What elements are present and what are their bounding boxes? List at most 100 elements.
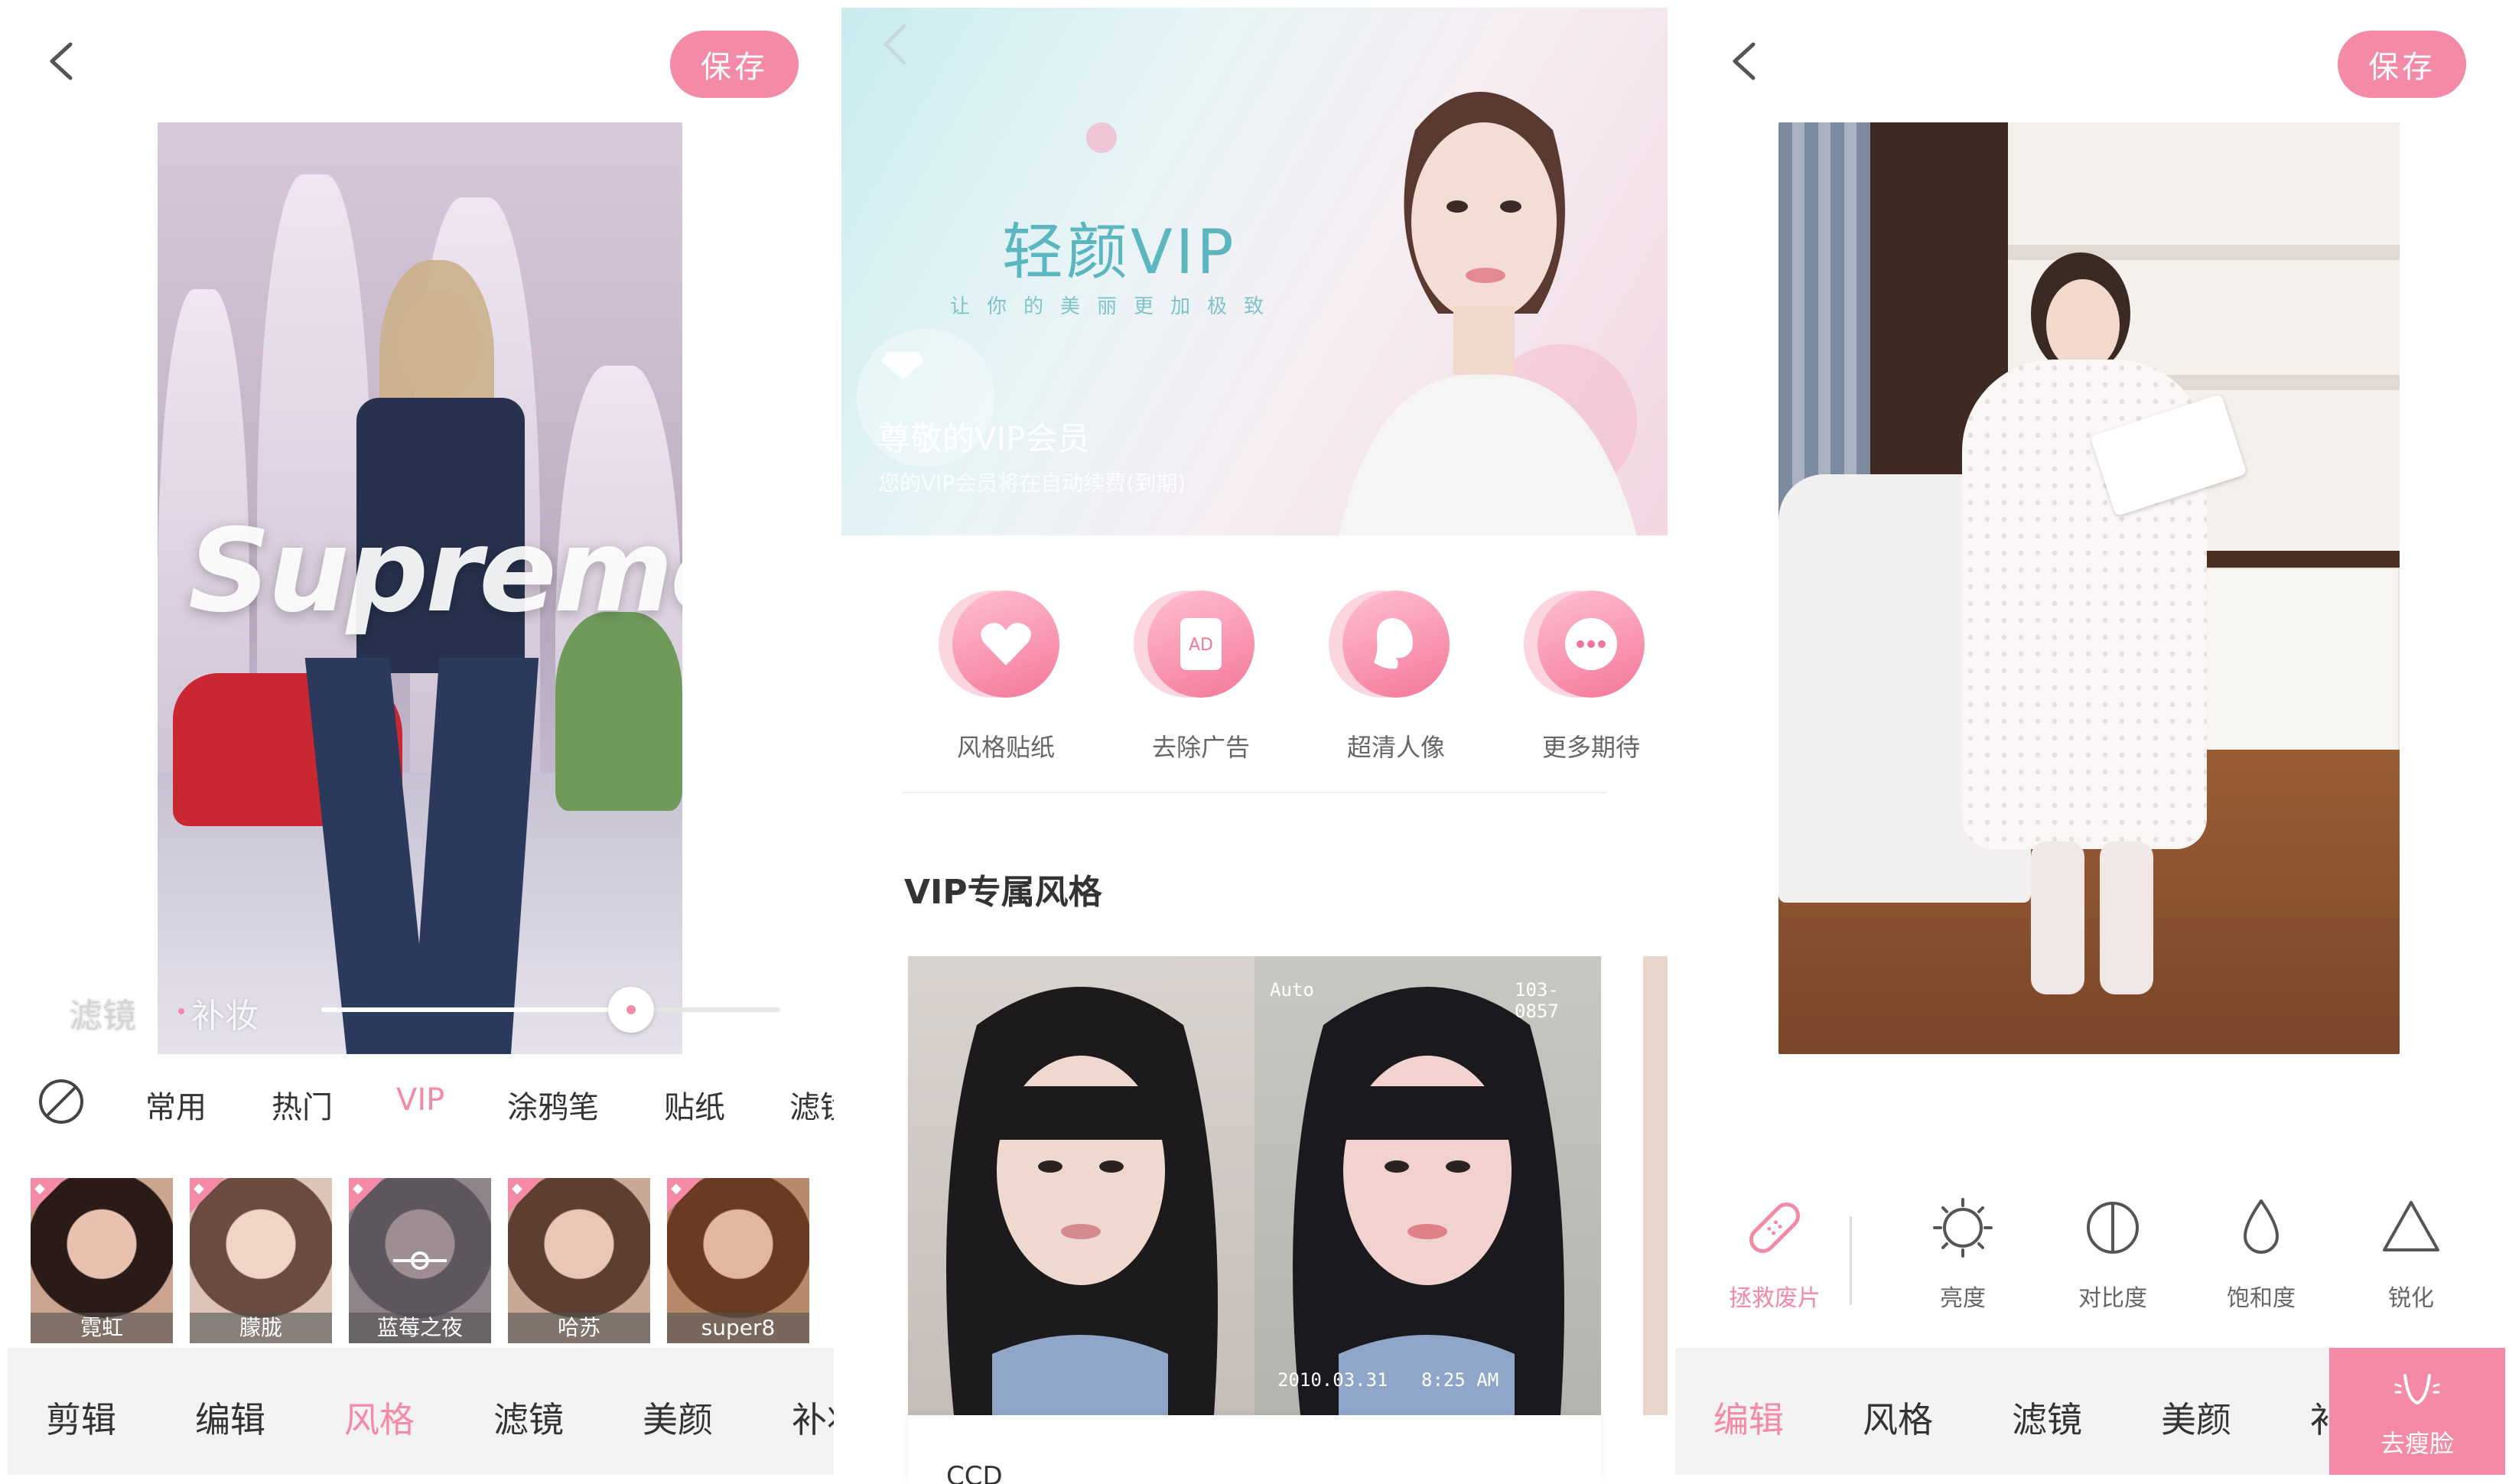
edited-photo [1778,122,2400,1054]
diamond-icon: ◆ [353,1180,363,1196]
tool-saturation[interactable]: 饱和度 [2200,1193,2322,1313]
diamond-icon: ◆ [671,1180,682,1196]
slider-tab-makeup[interactable]: 补妆 [191,988,259,1037]
feature-label: 更多期待 [1541,733,1640,762]
supreme-watermark: Supreme [188,505,682,638]
vip-feature-sticker[interactable]: 风格贴纸 [941,591,1071,763]
back-arrow-icon[interactable] [1723,38,1769,84]
photo-date: 2010.03.31 [1277,1369,1388,1391]
vip-card-caption-bar: CCD [908,1415,1601,1484]
slim-face-label: 去瘦脸 [2380,1429,2454,1458]
tool-rescue-photo[interactable]: 拯救废片 [1713,1193,1836,1313]
bottom-tab-bar: 剪辑 编辑 风格 滤镜 美颜 补妆 [8,1348,834,1475]
next-style-card[interactable] [1643,956,1668,1415]
sock-left [2031,841,2084,994]
tool-label: 对比度 [2078,1285,2147,1312]
vip-panel: 轻颜VIP 让你的美丽更加极致 尊敬的VIP会员 您的VIP会员将在自动续费(到… [834,0,1668,1484]
vip-feature-remove-ads[interactable]: AD 去除广告 [1136,591,1266,763]
category-hot[interactable]: 热门 [272,1082,333,1127]
tab-makeup[interactable]: 补妆 [792,1392,834,1443]
before-photo [908,956,1254,1415]
tool-label: 拯救废片 [1729,1285,1821,1312]
diamond-icon: ◆ [194,1180,204,1196]
tab-edit[interactable]: 编辑 [195,1392,265,1443]
heart-icon [981,623,1031,666]
saturation-icon [2244,1199,2279,1254]
save-button[interactable]: 保存 [670,31,799,98]
intensity-slider-fill [321,1007,631,1012]
back-arrow-icon[interactable] [40,38,86,84]
camera-counter: 103-0857 [1515,979,1559,1022]
tool-separator [1850,1216,1852,1305]
after-photo: Auto 103-0857 2010.03.31 8:25 AM [1254,956,1601,1415]
sticker-label: 朦胧 [190,1313,332,1343]
sticker-thumb[interactable]: ◆ super8 [667,1178,809,1343]
feature-label: 去除广告 [1151,733,1250,762]
tool-brightness[interactable]: 亮度 [1902,1193,2024,1313]
diamond-icon: ◆ [512,1180,522,1196]
member-note: 您的VIP会员将在自动续费(到期) [878,470,1186,496]
member-title: 尊敬的VIP会员 [878,420,1090,457]
sticker-label: 哈苏 [508,1313,650,1343]
save-button[interactable]: 保存 [2338,31,2466,98]
diamond-icon: ◆ [34,1180,45,1196]
intensity-slider-knob[interactable] [608,987,654,1033]
vip-style-card[interactable]: Auto 103-0857 2010.03.31 8:25 AM [908,956,1601,1415]
category-filter[interactable]: 滤镜 [789,1082,834,1127]
sock-right [2100,841,2153,994]
tab-cut[interactable]: 剪辑 [46,1392,116,1443]
tool-contrast[interactable]: 对比度 [2052,1193,2174,1313]
portrait-icon [1374,618,1413,669]
tool-sharpen[interactable]: 锐化 [2350,1193,2472,1313]
tab-filter[interactable]: 滤镜 [493,1392,564,1443]
slim-face-icon [2394,1374,2440,1405]
section-divider [903,792,1606,793]
sticker-thumb[interactable]: ◆ 霓虹 [31,1178,173,1343]
editor-style-panel: 保存 Supreme 滤镜 补妆 常用 热门 VIP 涂鸦笔 贴纸 滤镜 ◆ 霓… [0,0,834,1484]
camera-mode: Auto [1270,979,1314,1001]
banner-title: 轻颜VIP [1002,216,1237,288]
bottom-tab-bar: 编辑 风格 滤镜 美颜 补妆 去瘦脸 [1675,1348,2505,1475]
category-vip[interactable]: VIP [396,1082,444,1118]
more-icon [1565,618,1617,670]
section-title: VIP专属风格 [904,873,1102,912]
editor-adjust-panel: 保存 拯救废片 亮度 对比度 饱和度 锐化 编辑 风格 滤镜 美颜 去瘦脸 [1668,0,2509,1484]
tab-edit[interactable]: 编辑 [1713,1392,1784,1443]
vip-feature-hd-portrait[interactable]: 超清人像 [1331,591,1461,763]
sticker-thumb[interactable]: ◆ 哈苏 [508,1178,650,1343]
slim-face-button[interactable]: 去瘦脸 [2329,1348,2505,1475]
contrast-icon [2087,1202,2139,1254]
brightness-icon [1933,1198,1993,1258]
card-caption: CCD [946,1461,1003,1484]
sticker-label: 霓虹 [31,1313,173,1343]
tab-filter[interactable]: 滤镜 [2012,1392,2082,1443]
sticker-label: 蓝莓之夜 [349,1313,491,1343]
vip-banner: 轻颜VIP 让你的美丽更加极致 尊敬的VIP会员 您的VIP会员将在自动续费(到… [841,8,1668,535]
sticker-label: super8 [667,1313,809,1343]
svg-text:AD: AD [1189,636,1213,655]
feature-label: 风格贴纸 [956,733,1055,762]
vip-feature-more[interactable]: 更多期待 [1526,591,1656,763]
tree [555,612,682,811]
edited-photo: Supreme [158,122,682,1054]
banner-subtitle: 让你的美丽更加极致 [950,295,1281,318]
tab-beauty[interactable]: 美颜 [643,1392,713,1443]
category-common[interactable]: 常用 [145,1082,207,1127]
tab-beauty[interactable]: 美颜 [2161,1392,2231,1443]
diamond-icon [881,352,924,379]
category-doodle[interactable]: 涂鸦笔 [507,1082,599,1127]
photo-time: 8:25 AM [1421,1369,1499,1391]
tool-label: 亮度 [1940,1285,1986,1312]
tab-style[interactable]: 风格 [1863,1392,1933,1443]
feature-label: 超清人像 [1346,733,1445,762]
tab-style[interactable]: 风格 [344,1392,415,1443]
sticker-thumb[interactable]: ◆ 朦胧 [190,1178,332,1343]
sharpen-icon [2383,1201,2439,1251]
banner-model-photo [1339,92,1637,535]
back-arrow-icon[interactable] [878,21,909,67]
slider-tab-filter[interactable]: 滤镜 [69,988,136,1037]
sticker-thumb[interactable]: ◆ 蓝莓之夜 [349,1178,491,1343]
selected-slider-icon [393,1251,447,1270]
no-effect-icon[interactable] [37,1077,86,1126]
category-sticker[interactable]: 贴纸 [664,1082,725,1127]
